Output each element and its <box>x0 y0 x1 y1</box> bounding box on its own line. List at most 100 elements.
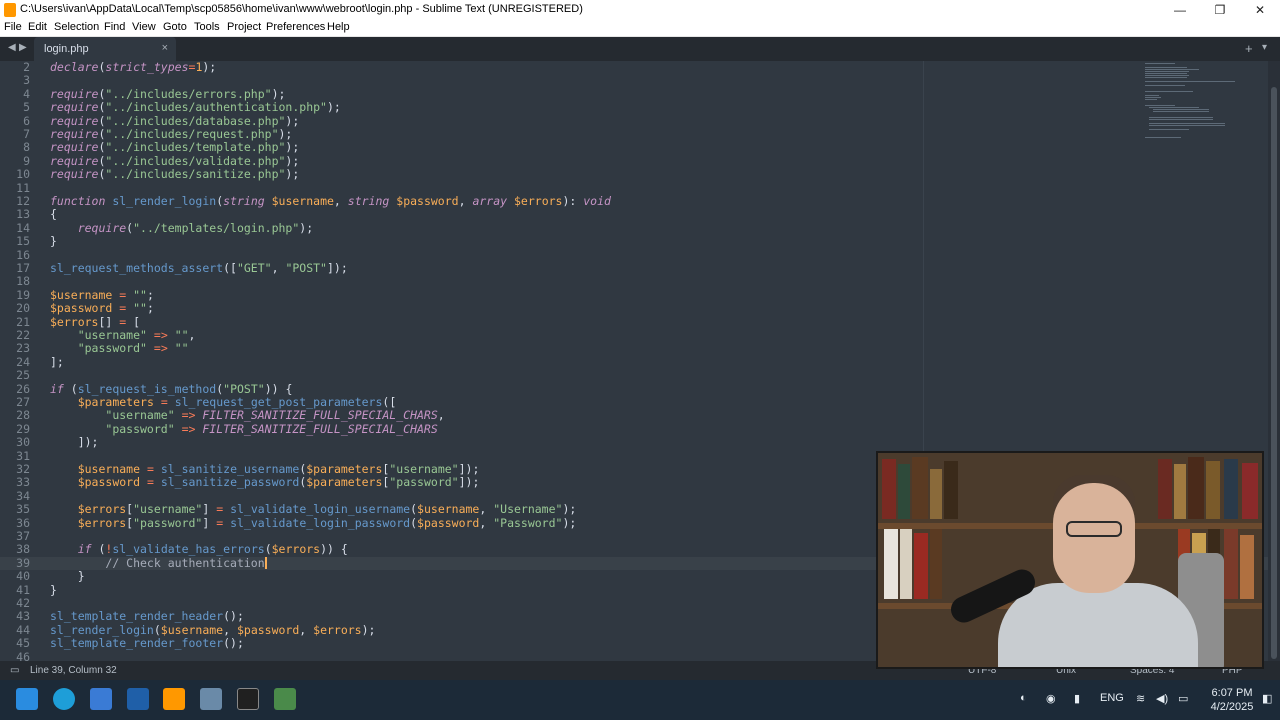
new-tab-icon[interactable]: + <box>1245 41 1253 56</box>
code-text[interactable]: } <box>50 569 85 583</box>
code-text[interactable]: require("../includes/template.php"); <box>50 140 299 154</box>
code-line[interactable]: 30 ]); <box>0 435 1268 449</box>
code-text[interactable]: require("../includes/request.php"); <box>50 127 292 141</box>
line-number[interactable]: 44 <box>0 623 30 637</box>
code-text[interactable]: require("../includes/errors.php"); <box>50 87 285 101</box>
code-text[interactable]: "password" => "" <box>50 342 189 355</box>
code-text[interactable]: require("../includes/sanitize.php"); <box>50 167 299 181</box>
line-number[interactable]: 35 <box>0 502 30 516</box>
code-text[interactable]: require("../includes/validate.php"); <box>50 154 299 168</box>
code-text[interactable]: function sl_render_login(string $usernam… <box>50 194 611 208</box>
code-text[interactable]: } <box>50 583 57 597</box>
code-text[interactable]: sl_template_render_header(); <box>50 609 244 623</box>
line-number[interactable]: 9 <box>0 154 30 168</box>
line-number[interactable]: 4 <box>0 87 30 101</box>
calculator-icon[interactable] <box>200 688 222 710</box>
menu-find[interactable]: Find <box>104 21 125 33</box>
code-text[interactable]: require("../includes/database.php"); <box>50 114 299 128</box>
code-line[interactable]: 20 $password = ""; <box>0 301 1268 315</box>
code-text[interactable]: $username = ""; <box>50 288 154 302</box>
code-line[interactable]: 4 require("../includes/errors.php"); <box>0 87 1268 101</box>
line-number[interactable]: 41 <box>0 583 30 597</box>
code-line[interactable]: 27 $parameters = sl_request_get_post_par… <box>0 395 1268 409</box>
panel-toggle-icon[interactable]: ▭ <box>10 665 19 676</box>
menu-help[interactable]: Help <box>327 21 350 33</box>
code-text[interactable]: $errors["username"] = sl_validate_login_… <box>50 502 577 516</box>
line-number[interactable]: 11 <box>0 181 30 195</box>
code-line[interactable]: 25 <box>0 368 1268 382</box>
line-number[interactable]: 14 <box>0 221 30 235</box>
menu-file[interactable]: File <box>4 21 22 33</box>
line-number[interactable]: 18 <box>0 274 30 288</box>
sublime-text-taskbar-icon[interactable] <box>163 688 185 710</box>
code-text[interactable]: if (!sl_validate_has_errors($errors)) { <box>50 542 348 556</box>
code-text[interactable]: if (sl_request_is_method("POST")) { <box>50 382 292 396</box>
minimize-button[interactable]: — <box>1160 0 1200 20</box>
language-indicator[interactable]: ENG <box>1100 692 1124 704</box>
battery-icon[interactable]: ▭ <box>1178 692 1188 705</box>
line-number[interactable]: 45 <box>0 636 30 650</box>
line-number[interactable]: 40 <box>0 569 30 583</box>
line-number[interactable]: 13 <box>0 207 30 221</box>
menu-view[interactable]: View <box>132 21 156 33</box>
menu-tools[interactable]: Tools <box>194 21 220 33</box>
code-text[interactable]: declare(strict_types=1); <box>50 61 216 74</box>
code-text[interactable]: $password = ""; <box>50 301 154 315</box>
line-number[interactable]: 38 <box>0 542 30 556</box>
code-text[interactable]: require("../includes/authentication.php"… <box>50 100 341 114</box>
code-line[interactable]: 24]; <box>0 355 1268 369</box>
line-number[interactable]: 39 <box>0 556 30 570</box>
code-text[interactable]: $errors[] = [ <box>50 315 140 329</box>
cursor-position[interactable]: Line 39, Column 32 <box>30 665 117 676</box>
line-number[interactable]: 27 <box>0 395 30 409</box>
code-line[interactable]: 22 "username" => "", <box>0 328 1268 342</box>
code-line[interactable]: 21 $errors[] = [ <box>0 315 1268 329</box>
tab-back-icon[interactable]: ◀ <box>8 42 16 53</box>
line-number[interactable]: 12 <box>0 194 30 208</box>
code-text[interactable]: require("../templates/login.php"); <box>50 221 313 235</box>
line-number[interactable]: 3 <box>0 73 30 87</box>
tray-icon-3[interactable]: ▮ <box>1074 692 1080 705</box>
code-line[interactable]: 3 <box>0 73 1268 87</box>
windows-start-icon[interactable] <box>16 688 38 710</box>
line-number[interactable]: 17 <box>0 261 30 275</box>
code-line[interactable]: 16 <box>0 248 1268 262</box>
line-number[interactable]: 28 <box>0 408 30 422</box>
tab-login-php[interactable]: login.php × <box>34 37 176 61</box>
code-text[interactable]: ]); <box>50 435 99 449</box>
edge-icon[interactable] <box>53 688 75 710</box>
code-text[interactable]: $parameters = sl_request_get_post_parame… <box>50 395 397 409</box>
line-number[interactable]: 22 <box>0 328 30 342</box>
code-text[interactable]: sl_template_render_footer(); <box>50 636 244 650</box>
line-number[interactable]: 29 <box>0 422 30 436</box>
code-line[interactable]: 17 sl_request_methods_assert(["GET", "POS… <box>0 261 1268 275</box>
code-text[interactable]: "password" => FILTER_SANITIZE_FULL_SPECI… <box>50 422 437 436</box>
code-text[interactable]: "username" => FILTER_SANITIZE_FULL_SPECI… <box>50 408 444 422</box>
line-number[interactable]: 34 <box>0 489 30 503</box>
code-line[interactable]: 2 declare(strict_types=1); <box>0 61 1268 74</box>
line-number[interactable]: 37 <box>0 529 30 543</box>
terminal-blue-icon[interactable] <box>127 688 149 710</box>
line-number[interactable]: 16 <box>0 248 30 262</box>
wifi-icon[interactable]: ≋ <box>1136 692 1145 705</box>
menu-selection[interactable]: Selection <box>54 21 99 33</box>
code-text[interactable]: } <box>50 234 57 248</box>
code-line[interactable]: 18 <box>0 274 1268 288</box>
line-number[interactable]: 2 <box>0 61 30 74</box>
volume-icon[interactable]: ◀) <box>1156 692 1168 705</box>
clock[interactable]: 6:07 PM 4/2/2025 <box>1202 686 1262 714</box>
line-number[interactable]: 33 <box>0 475 30 489</box>
line-number[interactable]: 31 <box>0 449 30 463</box>
code-line[interactable]: 29 "password" => FILTER_SANITIZE_FULL_SP… <box>0 422 1268 436</box>
code-text[interactable]: sl_render_login($username, $password, $e… <box>50 623 375 637</box>
line-number[interactable]: 23 <box>0 341 30 355</box>
line-number[interactable]: 21 <box>0 315 30 329</box>
code-line[interactable]: 8 require("../includes/template.php"); <box>0 140 1268 154</box>
code-line[interactable]: 28 "username" => FILTER_SANITIZE_FULL_SP… <box>0 408 1268 422</box>
line-number[interactable]: 6 <box>0 114 30 128</box>
line-number[interactable]: 8 <box>0 140 30 154</box>
code-text[interactable]: // Check authentication <box>50 556 267 570</box>
line-number[interactable]: 36 <box>0 516 30 530</box>
line-number[interactable]: 46 <box>0 650 30 661</box>
code-line[interactable]: 15} <box>0 234 1268 248</box>
